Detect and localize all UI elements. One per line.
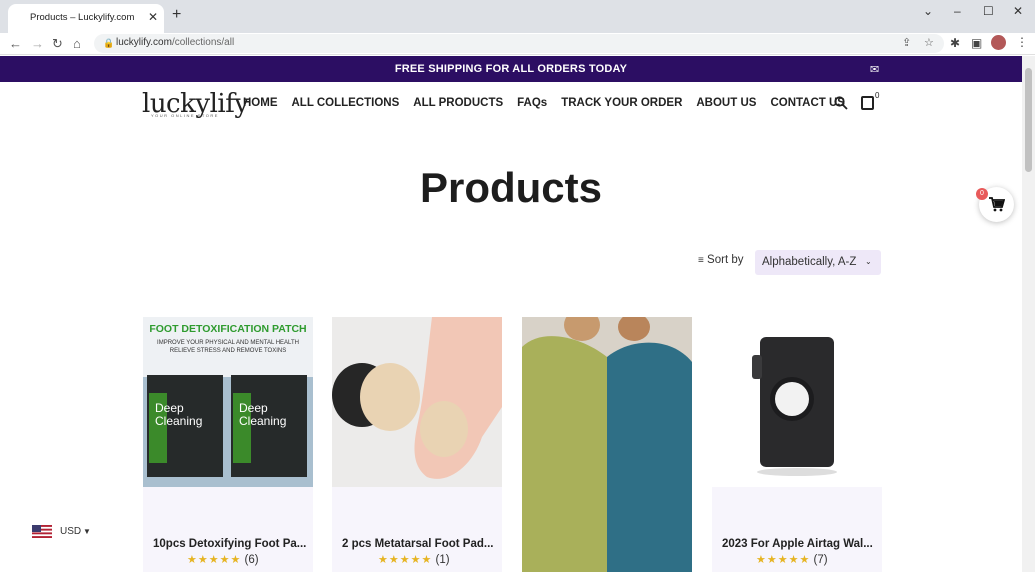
currency-selector[interactable]: USD ▼ (30, 522, 100, 542)
product-title[interactable]: 10pcs Detoxifying Foot Pa... (153, 538, 306, 550)
announcement-text: FREE SHIPPING FOR ALL ORDERS TODAY (394, 63, 628, 75)
product-image[interactable] (712, 317, 882, 487)
browser-tab[interactable]: Products – Luckylify.com ✕ (8, 4, 164, 33)
sort-label: ≡ Sort by (698, 254, 743, 266)
product-card[interactable]: 2023 For Apple Airtag Wal... ★★★★★ (7) (712, 317, 882, 572)
product-rating: ★★★★★ (7) (756, 553, 828, 566)
star-rating-icon: ★★★★★ (378, 554, 433, 566)
bookmark-star-icon[interactable]: ☆ (924, 36, 934, 49)
currency-code: USD (60, 526, 82, 537)
tab-close-icon[interactable]: ✕ (148, 10, 158, 24)
browser-menu-icon[interactable]: ⋮ (1016, 35, 1028, 49)
side-panel-icon[interactable]: ▣ (971, 36, 982, 50)
nav-all-collections[interactable]: ALL COLLECTIONS (292, 97, 400, 109)
announcement-bar: FREE SHIPPING FOR ALL ORDERS TODAY ✉ (0, 56, 1022, 82)
cart-count: 0 (875, 91, 880, 100)
extensions-icon[interactable]: ✱ (950, 36, 960, 50)
product-title[interactable]: 2023 For Apple Airtag Wal... (722, 538, 873, 550)
svg-text:Deep: Deep (155, 401, 184, 415)
svg-text:IMPROVE YOUR PHYSICAL AND MENT: IMPROVE YOUR PHYSICAL AND MENTAL HEALTH (157, 340, 299, 346)
tab-search-icon[interactable]: ⌄ (923, 4, 933, 18)
sort-lines-icon: ≡ (698, 255, 704, 266)
address-bar-row: ← → ↻ ⌂ 🔒 luckylify.com/collections/all … (0, 33, 1035, 55)
new-tab-button[interactable]: + (172, 7, 181, 23)
page-viewport: FREE SHIPPING FOR ALL ORDERS TODAY ✉ luc… (0, 56, 1022, 572)
scrollbar[interactable] (1022, 56, 1035, 572)
product-rating: ★★★★★ (6) (187, 553, 259, 566)
product-card[interactable] (522, 317, 692, 572)
review-count: (1) (435, 554, 450, 566)
reload-icon[interactable]: ↻ (52, 36, 63, 52)
svg-text:FOOT DETOXIFICATION PATCH: FOOT DETOXIFICATION PATCH (149, 323, 306, 335)
nav-all-products[interactable]: ALL PRODUCTS (413, 97, 503, 109)
product-image[interactable] (332, 317, 502, 487)
maximize-icon[interactable]: ☐ (983, 4, 994, 18)
star-rating-icon: ★★★★★ (756, 554, 811, 566)
browser-tabbar: Products – Luckylify.com ✕ + ⌄ – ☐ ✕ (0, 0, 1035, 33)
product-rating: ★★★★★ (1) (378, 553, 450, 566)
floating-cart-badge: 0 (976, 188, 988, 200)
main-nav: HOME ALL COLLECTIONS ALL PRODUCTS FAQs T… (243, 97, 845, 109)
minimize-icon[interactable]: – (954, 4, 961, 18)
sort-value: Alphabetically, A-Z (762, 256, 857, 268)
logo-tagline: YOUR ONLINE STORE (151, 113, 219, 118)
cart-bag-icon[interactable] (861, 96, 874, 110)
mail-icon[interactable]: ✉ (870, 63, 879, 76)
sort-label-text: Sort by (707, 254, 744, 266)
page-title: Products (419, 164, 603, 211)
product-image-text: FOOT DETOXIFICATION PATCH IMPROVE YOUR P… (149, 323, 306, 428)
url-domain: luckylify.com (116, 37, 172, 48)
back-icon[interactable]: ← (9, 36, 22, 51)
product-image[interactable] (522, 317, 692, 572)
svg-text:Deep: Deep (239, 401, 268, 415)
nav-track-order[interactable]: TRACK YOUR ORDER (561, 97, 682, 109)
url-field[interactable]: 🔒 luckylify.com/collections/all ⇪ ☆ (94, 34, 944, 53)
svg-text:RELIEVE STRESS AND REMOVE TOXI: RELIEVE STRESS AND REMOVE TOXINS (170, 348, 286, 354)
caret-down-icon: ▼ (83, 527, 91, 536)
forward-icon[interactable]: → (31, 36, 44, 51)
product-title[interactable]: 2 pcs Metatarsal Foot Pad... (342, 538, 493, 550)
nav-about-us[interactable]: ABOUT US (696, 97, 756, 109)
search-icon[interactable] (834, 96, 848, 113)
product-card[interactable]: 2 pcs Metatarsal Foot Pad... ★★★★★ (1) (332, 317, 502, 572)
product-card[interactable]: FOOT DETOXIFICATION PATCH IMPROVE YOUR P… (143, 317, 313, 572)
chevron-down-icon: ⌄ (865, 257, 872, 266)
profile-avatar[interactable] (991, 35, 1006, 50)
lock-icon[interactable]: 🔒 (103, 38, 114, 49)
nav-faqs[interactable]: FAQs (517, 97, 547, 109)
tab-title: Products – Luckylify.com (30, 12, 135, 23)
scrollbar-thumb[interactable] (1025, 68, 1032, 172)
svg-text:Cleaning: Cleaning (239, 414, 286, 428)
url-path: /collections/all (171, 37, 235, 48)
home-icon[interactable]: ⌂ (73, 36, 81, 51)
share-icon[interactable]: ⇪ (902, 36, 911, 49)
us-flag-icon (32, 525, 52, 538)
nav-home[interactable]: HOME (243, 97, 278, 109)
sort-select[interactable]: Alphabetically, A-Z ⌄ (755, 250, 881, 275)
star-rating-icon: ★★★★★ (187, 554, 242, 566)
review-count: (7) (813, 554, 828, 566)
window-close-icon[interactable]: ✕ (1013, 4, 1023, 18)
svg-text:Cleaning: Cleaning (155, 414, 202, 428)
review-count: (6) (244, 554, 259, 566)
